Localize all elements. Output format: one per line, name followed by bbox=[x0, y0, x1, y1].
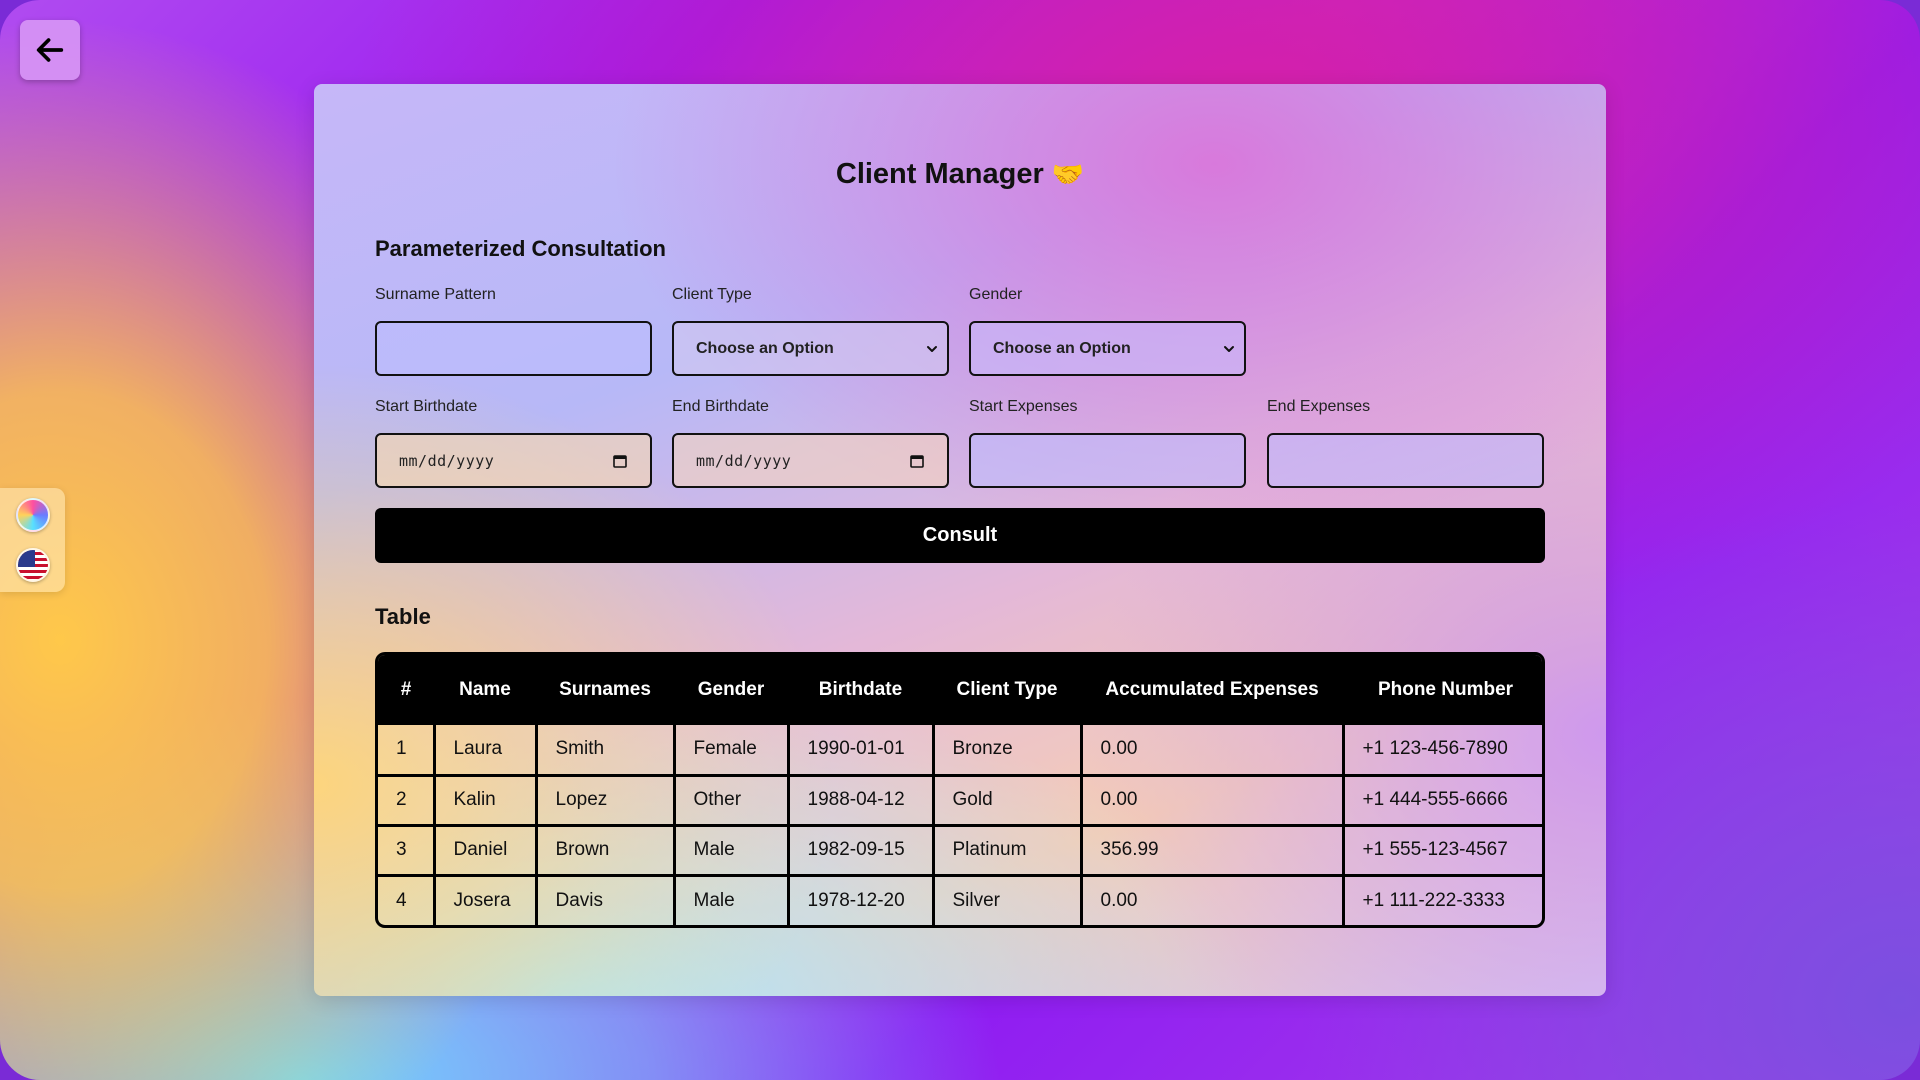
page-title: Client Manager 🤝 bbox=[314, 158, 1606, 191]
table-cell: Bronze bbox=[931, 725, 1083, 777]
desktop-background: Client Manager 🤝 Parameterized Consultati… bbox=[0, 0, 1920, 1080]
table-cell: 0.00 bbox=[1079, 725, 1345, 777]
calendar-icon[interactable] bbox=[909, 453, 925, 469]
gender-label: Gender bbox=[969, 286, 1023, 303]
start-expenses-label: Start Expenses bbox=[969, 398, 1078, 415]
chevron-down-icon bbox=[1224, 345, 1234, 352]
table-cell: 4 bbox=[378, 873, 436, 925]
table-cell: Platinum bbox=[931, 823, 1083, 877]
table-cell: Smith bbox=[534, 725, 676, 777]
page-title-text: Client Manager bbox=[835, 158, 1044, 190]
column-header: Phone Number bbox=[1343, 655, 1542, 725]
client-type-select[interactable]: Choose an Option bbox=[672, 321, 949, 376]
table-cell: 0.00 bbox=[1079, 873, 1345, 925]
table-cell: +1 555-123-4567 bbox=[1341, 823, 1542, 877]
table-cell: Other bbox=[672, 773, 790, 827]
start-expenses-input-box bbox=[969, 433, 1246, 488]
client-type-label: Client Type bbox=[672, 286, 752, 303]
table-row: 4 Josera Davis Male 1978-12-20 Silver 0.… bbox=[378, 873, 1542, 925]
handshake-icon: 🤝 bbox=[1051, 160, 1085, 190]
column-header: Accumulated Expenses bbox=[1081, 655, 1343, 725]
table-cell: 1990-01-01 bbox=[786, 725, 935, 777]
us-flag-icon[interactable] bbox=[15, 548, 50, 582]
table-cell: Kalin bbox=[432, 773, 538, 827]
end-expenses-input[interactable] bbox=[1291, 435, 1520, 486]
gender-selected: Choose an Option bbox=[993, 339, 1131, 357]
table-cell: 1978-12-20 bbox=[786, 873, 935, 925]
theme-palette-icon[interactable] bbox=[15, 498, 50, 532]
column-header: Birthdate bbox=[788, 655, 933, 725]
table-cell: Davis bbox=[534, 873, 676, 925]
surname-label: Surname Pattern bbox=[375, 286, 496, 303]
chevron-down-icon bbox=[927, 345, 937, 352]
client-type-selected: Choose an Option bbox=[696, 339, 834, 357]
table-cell: Laura bbox=[432, 725, 538, 777]
client-manager-card: Client Manager 🤝 Parameterized Consultati… bbox=[314, 84, 1606, 996]
column-header: Name bbox=[434, 655, 536, 725]
table-row: 1 Laura Smith Female 1990-01-01 Bronze 0… bbox=[378, 725, 1542, 777]
table-cell: Daniel bbox=[432, 823, 538, 877]
table-header-row: # Name Surnames Gender Birthdate Client … bbox=[378, 655, 1542, 725]
table-cell: Silver bbox=[931, 873, 1083, 925]
start-birthdate-label: Start Birthdate bbox=[375, 398, 478, 415]
table-cell: Male bbox=[672, 823, 790, 877]
table-cell: +1 111-222-3333 bbox=[1341, 873, 1542, 925]
end-birthdate-placeholder: mm/dd/yyyy bbox=[696, 451, 792, 470]
clients-table: # Name Surnames Gender Birthdate Client … bbox=[375, 652, 1545, 928]
table-cell: Gold bbox=[931, 773, 1083, 827]
table-cell: 0.00 bbox=[1079, 773, 1345, 827]
start-birthdate-placeholder: mm/dd/yyyy bbox=[399, 451, 495, 470]
surname-input-box bbox=[375, 321, 652, 376]
arrow-left-icon bbox=[36, 38, 64, 62]
end-birthdate-input[interactable]: mm/dd/yyyy bbox=[672, 433, 949, 488]
table-cell: +1 123-456-7890 bbox=[1341, 725, 1542, 777]
table-cell: 1988-04-12 bbox=[786, 773, 935, 827]
table-cell: Josera bbox=[432, 873, 538, 925]
table-cell: 1982-09-15 bbox=[786, 823, 935, 877]
side-dock bbox=[0, 488, 65, 592]
table-cell: Female bbox=[672, 725, 790, 777]
table-cell: +1 444-555-6666 bbox=[1341, 773, 1542, 827]
table-cell: 356.99 bbox=[1079, 823, 1345, 877]
table-row: 2 Kalin Lopez Other 1988-04-12 Gold 0.00… bbox=[378, 773, 1542, 827]
table-cell: 1 bbox=[378, 725, 436, 777]
column-header: # bbox=[378, 655, 434, 725]
column-header: Gender bbox=[674, 655, 788, 725]
table-cell: 3 bbox=[378, 823, 436, 877]
consult-button[interactable]: Consult bbox=[375, 508, 1545, 563]
end-expenses-input-box bbox=[1267, 433, 1544, 488]
end-expenses-label: End Expenses bbox=[1267, 398, 1371, 415]
table-cell: Male bbox=[672, 873, 790, 925]
table-row: 3 Daniel Brown Male 1982-09-15 Platinum … bbox=[378, 823, 1542, 877]
start-expenses-input[interactable] bbox=[993, 435, 1222, 486]
start-birthdate-input[interactable]: mm/dd/yyyy bbox=[375, 433, 652, 488]
table-cell: Lopez bbox=[534, 773, 676, 827]
calendar-icon[interactable] bbox=[612, 453, 628, 469]
gender-select[interactable]: Choose an Option bbox=[969, 321, 1246, 376]
table-section-title: Table bbox=[375, 604, 431, 629]
consultation-section-title: Parameterized Consultation bbox=[375, 236, 666, 261]
column-header: Surnames bbox=[536, 655, 674, 725]
table-cell: 2 bbox=[378, 773, 436, 827]
table-cell: Brown bbox=[534, 823, 676, 877]
end-birthdate-label: End Birthdate bbox=[672, 398, 769, 415]
surname-input[interactable] bbox=[399, 323, 628, 374]
back-button[interactable] bbox=[20, 20, 80, 80]
column-header: Client Type bbox=[933, 655, 1081, 725]
